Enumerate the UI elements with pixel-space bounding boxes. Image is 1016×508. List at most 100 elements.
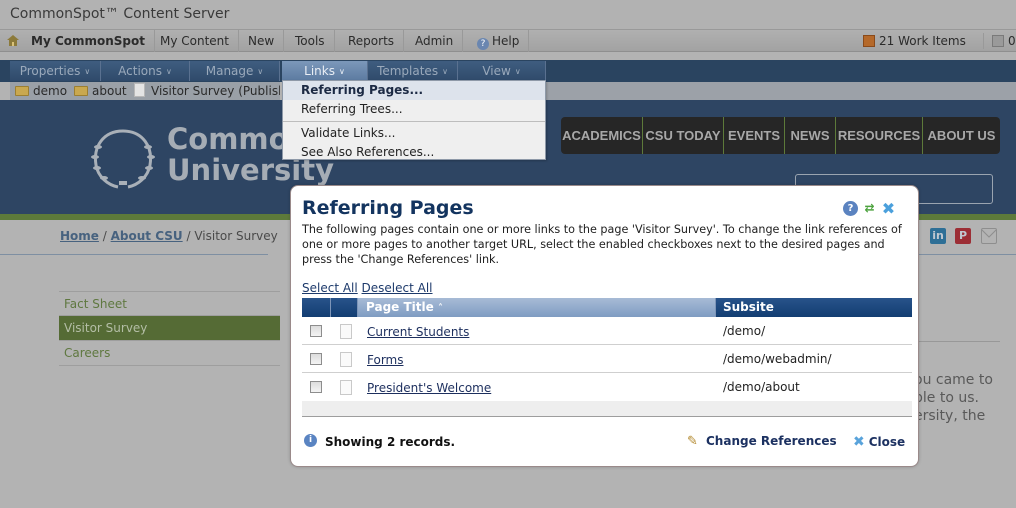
crumb-about[interactable]: about — [74, 82, 127, 100]
cms-breadcrumb: demo about Visitor Survey (Published) — [10, 82, 280, 100]
close-icon[interactable]: ✖ — [881, 201, 896, 217]
row-checkbox[interactable] — [310, 353, 322, 365]
crumb-page[interactable]: Visitor Survey (Published) — [134, 82, 280, 100]
body-line: ersity, the — [914, 408, 986, 424]
menu-templates[interactable]: Templates ∨ — [368, 61, 458, 81]
nav-admin[interactable]: Admin — [406, 30, 464, 52]
site-nav-academics[interactable]: ACADEMICS — [561, 117, 643, 154]
column-subsite[interactable]: Subsite — [716, 298, 912, 317]
menu-links[interactable]: Links ∨ — [282, 61, 368, 81]
page-title-link[interactable]: Forms — [367, 353, 403, 367]
email-icon[interactable] — [981, 228, 997, 244]
work-items-link[interactable]: 21 Work Items — [863, 30, 966, 52]
divider — [983, 33, 984, 49]
menu-view-label: View — [482, 64, 511, 78]
row-checkbox[interactable] — [310, 381, 322, 393]
menu-templates-label: Templates — [377, 64, 439, 78]
site-nav-resources[interactable]: RESOURCES — [836, 117, 923, 154]
dialog-controls: ? ⇄ ✖ — [843, 201, 900, 217]
pencil-icon: ✎ — [687, 434, 698, 449]
subsite-cell: /demo/ — [723, 324, 766, 338]
sort-ascending-icon: ˄ — [437, 303, 443, 314]
table-row: Current Students /demo/ — [302, 317, 912, 345]
top-nav-bar: My CommonSpot My Content New Tools Repor… — [0, 30, 1016, 52]
notifications-link[interactable]: 0 — [992, 30, 1016, 52]
breadcrumb-about-link[interactable]: About CSU — [111, 229, 183, 243]
divider — [918, 341, 1000, 342]
row-checkbox[interactable] — [310, 325, 322, 337]
close-icon: ✖ — [853, 434, 865, 450]
nav-my-content[interactable]: My Content — [151, 30, 239, 52]
table-row: Forms /demo/webadmin/ — [302, 345, 912, 373]
left-nav-visitor-survey[interactable]: Visitor Survey — [59, 316, 280, 341]
linkedin-icon[interactable]: in — [930, 228, 946, 244]
crumb-demo-label: demo — [33, 84, 68, 98]
work-items-label: 21 Work Items — [879, 34, 966, 48]
referring-pages-dialog: Referring Pages ? ⇄ ✖ The following pages … — [290, 185, 919, 467]
site-nav-events[interactable]: EVENTS — [724, 117, 785, 154]
column-page-title-label: Page Title — [366, 300, 434, 314]
menu-actions[interactable]: Actions ∨ — [101, 61, 190, 81]
links-dropdown-menu: Referring Pages... Referring Trees... Va… — [282, 80, 546, 160]
page-title-link[interactable]: Current Students — [367, 325, 469, 339]
table-row: President's Welcome /demo/about — [302, 373, 912, 401]
site-nav-csu-today[interactable]: CSU TODAY — [643, 117, 724, 154]
menu-item-see-also-references[interactable]: See Also References... — [283, 143, 545, 162]
menu-manage[interactable]: Manage ∨ — [190, 61, 280, 81]
page-icon — [340, 352, 352, 367]
referring-pages-table: Page Title ˄ Subsite Current Students /d… — [302, 298, 912, 417]
chevron-down-icon: ∨ — [442, 67, 448, 76]
select-all-link[interactable]: Select All — [302, 281, 358, 295]
nav-help[interactable]: ? Help — [468, 30, 530, 52]
help-icon[interactable]: ? — [843, 201, 858, 216]
page-toolbar: Properties ∨ Actions ∨ Manage ∨ Links ∨ Temp… — [0, 60, 1016, 82]
notifications-count: 0 — [1008, 34, 1016, 48]
chevron-down-icon: ∨ — [514, 67, 521, 76]
menu-item-referring-pages[interactable]: Referring Pages... — [283, 81, 545, 100]
menu-view[interactable]: View ∨ — [458, 61, 546, 81]
refresh-icon[interactable]: ⇄ — [862, 201, 877, 216]
dialog-title: Referring Pages — [302, 197, 474, 219]
menu-item-validate-links[interactable]: Validate Links... — [283, 124, 545, 143]
crumb-demo[interactable]: demo — [15, 82, 67, 100]
menu-properties[interactable]: Properties ∨ — [10, 61, 101, 81]
chevron-down-icon: ∨ — [165, 67, 172, 76]
column-page-title[interactable]: Page Title ˄ — [358, 298, 716, 317]
crumb-page-label: Visitor Survey (Published) — [151, 84, 280, 98]
subsite-cell: /demo/webadmin/ — [723, 352, 832, 366]
change-references-button[interactable]: ✎ Change References — [687, 434, 837, 449]
site-nav-about-us[interactable]: ABOUT US — [923, 117, 1000, 154]
title-bar: CommonSpot™ Content Server — [0, 0, 1016, 30]
dialog-footer: i Showing 2 records. ✎ Change References … — [302, 434, 912, 453]
menu-item-referring-trees[interactable]: Referring Trees... — [283, 100, 545, 119]
close-button[interactable]: ✖ Close — [853, 434, 905, 450]
home-icon[interactable] — [7, 35, 19, 46]
pinterest-icon[interactable]: P — [955, 228, 971, 244]
nav-tools[interactable]: Tools — [286, 30, 335, 52]
breadcrumb-separator: / — [186, 229, 191, 243]
page-icon — [340, 324, 352, 339]
help-icon: ? — [477, 38, 489, 50]
chevron-down-icon: ∨ — [84, 67, 91, 76]
wreath-logo-icon — [91, 129, 155, 189]
divider — [918, 254, 1016, 255]
body-line: ple to us. — [914, 390, 979, 406]
page-icon — [134, 83, 145, 97]
deselect-all-link[interactable]: Deselect All — [362, 281, 433, 295]
nav-new[interactable]: New — [239, 30, 285, 52]
left-nav-fact-sheet[interactable]: Fact Sheet — [59, 291, 280, 316]
page-title-link[interactable]: President's Welcome — [367, 381, 491, 395]
site-nav-news[interactable]: NEWS — [785, 117, 836, 154]
close-label: Close — [868, 435, 906, 449]
record-count-status: Showing 2 records. — [325, 435, 456, 449]
chevron-down-icon: ∨ — [257, 67, 264, 76]
notifications-icon — [992, 35, 1004, 47]
nav-my-commonspot[interactable]: My CommonSpot — [22, 30, 155, 52]
nav-reports[interactable]: Reports — [339, 30, 405, 52]
menu-links-label: Links — [304, 64, 335, 78]
breadcrumb-home-link[interactable]: Home — [60, 229, 99, 243]
left-nav-careers[interactable]: Careers — [59, 341, 280, 366]
divider — [0, 254, 268, 255]
table-header: Page Title ˄ Subsite — [302, 298, 912, 317]
table-filler — [302, 401, 912, 417]
